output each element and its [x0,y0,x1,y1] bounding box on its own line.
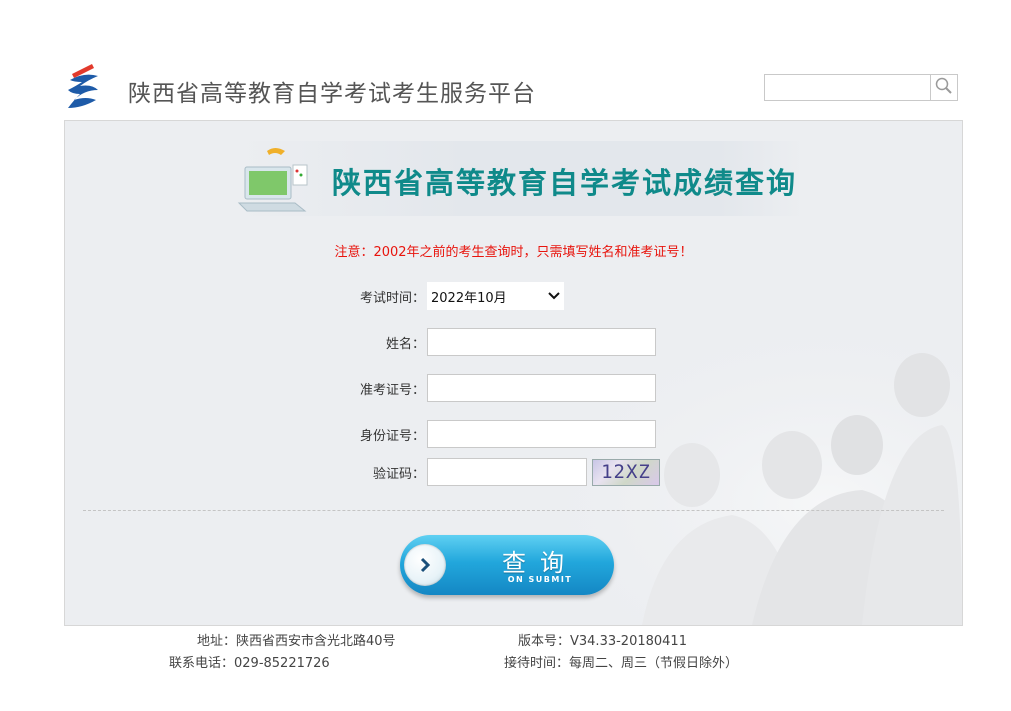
search-bar [764,74,958,101]
exam-time-value: 2022年10月 [431,290,507,306]
name-row: 姓名： [65,328,656,356]
search-button[interactable] [930,75,957,100]
id-row: 身份证号： [65,420,656,448]
submit-sub-label: ON SUBMIT [507,575,573,584]
submit-label: 查询 [502,549,578,577]
submit-button[interactable]: 查询 ON SUBMIT [400,535,614,595]
banner-title: 陕西省高等教育自学考试成绩查询 [332,166,798,200]
form-divider [83,510,944,511]
name-label: 姓名： [385,336,425,352]
id-number-input[interactable] [427,420,656,448]
computer-graphic-icon [237,148,308,212]
site-title: 陕西省高等教育自学考试考生服务平台 [128,81,536,107]
id-label: 身份证号： [359,428,425,444]
exam-time-row: 考试时间： 2022年10月 [65,282,564,310]
site-logo [64,60,104,112]
search-icon [935,77,953,99]
ticket-row: 准考证号： [65,374,656,402]
arrow-right-icon [404,544,446,586]
ticket-label: 准考证号： [359,382,425,398]
notice-text: 注意：2002年之前的考生查询时，只需填写姓名和准考证号！ [334,245,693,260]
footer-address: 地址：陕西省西安市含光北路40号 [197,634,396,649]
search-input[interactable] [765,75,930,100]
exam-time-label: 考试时间： [359,290,425,306]
captcha-label: 验证码： [372,466,425,482]
name-input[interactable] [427,328,656,356]
chevron-down-icon [548,289,560,304]
footer-version: 版本号：V34.33-20180411 [518,634,687,649]
captcha-row: 验证码： 12XZ [65,458,660,486]
query-panel: 陕西省高等教育自学考试成绩查询 注意：2002年之前的考生查询时，只需填写姓名和… [64,120,963,626]
banner: 陕西省高等教育自学考试成绩查询 [235,141,805,216]
footer-phone: 联系电话：029-85221726 [169,656,330,671]
footer-reception: 接待时间：每周二、周三（节假日除外） [504,656,739,671]
captcha-input[interactable] [427,458,587,486]
ticket-number-input[interactable] [427,374,656,402]
captcha-image[interactable]: 12XZ [592,458,660,486]
exam-time-select[interactable]: 2022年10月 [427,282,564,310]
